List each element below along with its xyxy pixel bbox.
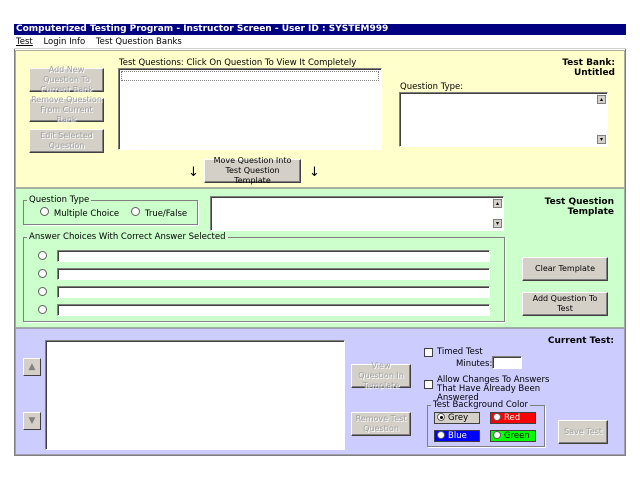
move-up-button[interactable]: ▲ xyxy=(23,358,41,376)
answer-correct-radio[interactable] xyxy=(38,305,47,314)
clear-template-button[interactable]: Clear Template xyxy=(522,257,608,281)
add-question-to-test-button[interactable]: Add Question To Test xyxy=(522,292,608,316)
scroll-down-icon[interactable]: ▾ xyxy=(493,219,502,228)
edit-selected-question-label: Edit Selected Question xyxy=(40,131,93,150)
color-option-blue[interactable]: Blue xyxy=(434,430,480,442)
template-question-text[interactable]: ▴ ▾ xyxy=(210,196,504,231)
move-down-button[interactable]: ▼ xyxy=(23,412,41,430)
up-arrow-icon: ▲ xyxy=(28,362,36,372)
question-list-selection[interactable] xyxy=(121,71,379,81)
save-test-label: Save Test xyxy=(564,427,602,436)
answer-correct-radio[interactable] xyxy=(38,251,47,260)
question-type-display: ▴ ▾ xyxy=(399,92,608,147)
answer-choices-group-label: Answer Choices With Correct Answer Selec… xyxy=(27,232,228,242)
answer-choice-row xyxy=(38,250,493,262)
current-test-title: Current Test: xyxy=(547,336,614,346)
timed-test-checkbox[interactable] xyxy=(424,348,433,357)
answer-correct-radio[interactable] xyxy=(38,269,47,278)
answer-choice-row xyxy=(38,304,493,316)
answer-text-field[interactable] xyxy=(57,250,490,262)
edit-selected-question-button[interactable]: Edit Selected Question xyxy=(29,129,104,153)
test-bank-title: Test Bank: Untitled xyxy=(562,58,615,78)
save-test-button[interactable]: Save Test xyxy=(558,420,608,444)
answer-correct-radio[interactable] xyxy=(38,287,47,296)
color-green-label: Green xyxy=(504,431,530,441)
answer-text-field[interactable] xyxy=(57,304,490,316)
color-red-radio[interactable] xyxy=(493,413,501,421)
timed-test-label: Timed Test xyxy=(437,347,483,357)
view-question-in-template-button[interactable]: View Question In Template xyxy=(351,361,411,390)
scroll-up-icon[interactable]: ▴ xyxy=(493,199,502,208)
answer-text-field[interactable] xyxy=(57,286,490,298)
down-arrow-icon: ▼ xyxy=(28,416,36,426)
add-question-to-bank-label: Add New Question To Current Bank xyxy=(40,65,93,94)
true-false-radio[interactable]: True/False xyxy=(131,207,187,219)
template-title: Test Question Template xyxy=(544,197,614,217)
remove-question-from-bank-label: Remove Question From Current Bank xyxy=(31,95,102,124)
remove-question-from-bank-button[interactable]: Remove Question From Current Bank xyxy=(29,95,104,124)
multiple-choice-radio[interactable]: Multiple Choice xyxy=(40,207,119,219)
color-option-grey[interactable]: Grey xyxy=(434,412,480,424)
test-questions-label: Test Questions: Click On Question To Vie… xyxy=(119,58,357,68)
test-questions-list[interactable] xyxy=(118,68,382,150)
answer-text-field[interactable] xyxy=(57,268,490,280)
add-question-to-bank-button[interactable]: Add New Question To Current Bank xyxy=(29,65,104,94)
question-type-group-label: Question Type xyxy=(27,195,92,205)
answer-choice-row xyxy=(38,286,493,298)
answer-choice-row xyxy=(38,268,493,280)
color-grey-label: Grey xyxy=(448,413,469,423)
allow-changes-label: Allow Changes To Answers That Have Alrea… xyxy=(437,375,550,403)
question-type-label: Question Type: xyxy=(400,82,464,92)
remove-test-question-button[interactable]: Remove Test Question xyxy=(351,412,411,436)
color-green-radio[interactable] xyxy=(493,431,501,439)
minutes-input[interactable] xyxy=(492,356,522,369)
color-red-label: Red xyxy=(504,413,521,423)
color-blue-radio[interactable] xyxy=(437,431,445,439)
menu-test-question-banks[interactable]: Test Question Banks xyxy=(96,37,182,47)
color-grey-radio[interactable] xyxy=(437,413,445,421)
multiple-choice-label: Multiple Choice xyxy=(53,209,120,219)
allow-changes-checkbox[interactable] xyxy=(424,380,433,389)
current-test-list[interactable] xyxy=(45,340,345,450)
down-arrow-icon: ↓ xyxy=(309,165,320,180)
menu-test[interactable]: Test xyxy=(16,37,33,47)
color-option-green[interactable]: Green xyxy=(490,430,536,442)
down-arrow-icon: ↓ xyxy=(188,165,199,180)
scroll-up-icon[interactable]: ▴ xyxy=(597,95,606,104)
view-question-label: View Question In Template xyxy=(358,361,404,390)
true-false-label: True/False xyxy=(144,209,188,219)
color-option-red[interactable]: Red xyxy=(490,412,536,424)
multiple-choice-radio-icon[interactable] xyxy=(40,207,49,216)
remove-test-question-label: Remove Test Question xyxy=(355,414,407,433)
title-bar: Computerized Testing Program - Instructo… xyxy=(14,24,626,35)
menu-login-info[interactable]: Login Info xyxy=(43,37,85,47)
menu-bar: Test Login Info Test Question Banks xyxy=(14,35,626,49)
scroll-down-icon[interactable]: ▾ xyxy=(597,135,606,144)
move-into-template-button[interactable]: Move Question Into Test Question Templat… xyxy=(204,156,301,185)
minutes-label: Minutes: xyxy=(456,359,493,369)
color-blue-label: Blue xyxy=(448,431,467,441)
true-false-radio-icon[interactable] xyxy=(131,207,140,216)
background-color-group-label: Test Background Color xyxy=(431,400,531,410)
